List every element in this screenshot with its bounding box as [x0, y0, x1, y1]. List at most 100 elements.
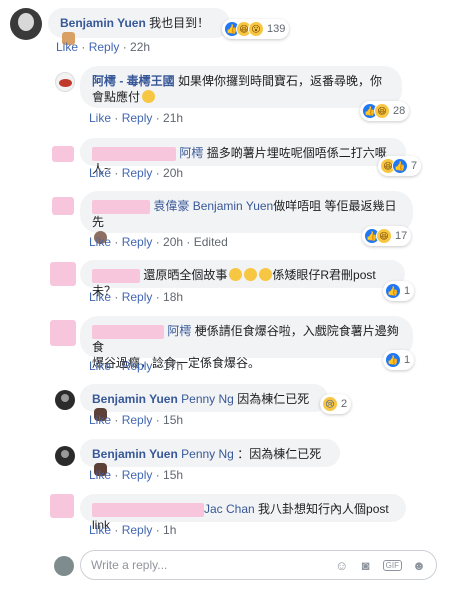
avatar[interactable]: [55, 72, 75, 92]
reply-link[interactable]: Reply: [122, 166, 153, 180]
reaction-count: 17: [395, 230, 408, 242]
reaction-summary[interactable]: 😢 2: [320, 394, 352, 414]
comment-mention[interactable]: 阿樗: [179, 146, 203, 160]
reply-link[interactable]: Reply: [122, 111, 153, 125]
reaction-summary[interactable]: 👍 😆 😮 139: [222, 19, 290, 39]
reaction-summary[interactable]: 👍 😆 28: [360, 101, 410, 121]
reply-link[interactable]: Reply: [89, 40, 120, 54]
comment-time: 20h: [163, 235, 184, 249]
haha-reaction-icon: 😆: [376, 228, 392, 244]
emoji-icon[interactable]: ☺: [335, 558, 349, 573]
reaction-summary[interactable]: 👍 1: [383, 281, 415, 301]
comment-text: 還原晒全個故事: [143, 268, 228, 282]
laughing-emoji-icon: [229, 268, 243, 281]
comment-time: 1h: [163, 523, 177, 537]
like-reaction-icon: 👍: [385, 352, 401, 368]
comment-mention[interactable]: Jac Chan: [204, 502, 255, 516]
reaction-summary[interactable]: 😆 👍 7: [378, 156, 422, 176]
avatar[interactable]: [50, 262, 76, 286]
like-reaction-icon: 👍: [392, 158, 408, 174]
reply-link[interactable]: Reply: [122, 235, 153, 249]
comment-time: 17h: [163, 359, 184, 373]
reply-link[interactable]: Reply: [122, 413, 153, 427]
edited-label[interactable]: Edited: [194, 235, 228, 249]
reaction-count: 28: [393, 105, 406, 117]
reply-link[interactable]: Reply: [122, 523, 153, 537]
comment-bubble: Benjamin Yuen 我也目到！: [48, 8, 230, 45]
like-link[interactable]: Like: [89, 359, 111, 373]
comment-actions: Like · Reply · 15h: [89, 468, 184, 482]
wow-reaction-icon: 😮: [248, 21, 264, 37]
avatar[interactable]: [52, 197, 74, 215]
comment-time: 15h: [163, 413, 184, 427]
comment-bubble: 阿樗 梗係請佢食爆谷啦，入戲院食薯片邊夠食 爆谷過癮，諗食一定係食爆谷。: [80, 316, 413, 370]
redacted-name: [92, 324, 164, 339]
avatar[interactable]: [52, 146, 74, 162]
haha-reaction-icon: 😆: [374, 103, 390, 119]
comment-bubble: Jac Chan 我八卦想知行內人個post link: [80, 494, 406, 532]
redacted-name: [92, 268, 140, 283]
comment-actions: Like · Reply · 20h · Edited: [89, 235, 228, 249]
comment-time: 22h: [130, 40, 151, 54]
comment-text: ：因為棟仁已死: [237, 447, 322, 461]
like-link[interactable]: Like: [89, 166, 111, 180]
comment-author[interactable]: 阿樗 - 毒樗王國: [92, 74, 175, 88]
avatar[interactable]: [50, 320, 76, 346]
like-reaction-icon: 👍: [385, 283, 401, 299]
sticker-icon[interactable]: ☻: [412, 558, 426, 573]
reaction-count: 139: [267, 23, 286, 35]
like-link[interactable]: Like: [89, 413, 111, 427]
grimace-emoji-icon: [142, 90, 156, 103]
comment-actions: Like · Reply · 22h: [56, 40, 151, 54]
like-link[interactable]: Like: [89, 468, 111, 482]
comment-mention[interactable]: 阿樗: [167, 324, 191, 338]
comment-mention[interactable]: Penny Ng: [181, 447, 234, 461]
like-link[interactable]: Like: [89, 290, 111, 304]
comment-time: 20h: [163, 166, 184, 180]
comment-text: 因為棟仁已死: [237, 392, 310, 406]
comment-actions: Like · Reply · 15h: [89, 413, 184, 427]
comment-actions: Like · Reply · 18h: [89, 290, 184, 304]
like-link[interactable]: Like: [89, 111, 111, 125]
comment-author[interactable]: Benjamin Yuen: [92, 447, 178, 461]
comment-author[interactable]: Benjamin Yuen: [60, 16, 146, 30]
like-link[interactable]: Like: [89, 235, 111, 249]
redacted-name: [92, 199, 150, 214]
avatar[interactable]: [55, 446, 75, 466]
reaction-count: 7: [411, 160, 418, 172]
camera-icon[interactable]: ◙: [359, 558, 373, 573]
reply-link[interactable]: Reply: [122, 290, 153, 304]
comment-bubble: 袁偉豪 Benjamin Yuen做咩唔咀 等佢最返幾日先: [80, 191, 413, 244]
comment-mention[interactable]: Penny Ng: [181, 392, 234, 406]
avatar[interactable]: [50, 494, 74, 518]
reply-input[interactable]: Write a reply... ☺ ◙ GIF ☻: [80, 550, 437, 580]
reaction-count: 1: [404, 354, 411, 366]
comment-actions: Like · Reply · 21h: [89, 111, 184, 125]
comment-actions: Like · Reply · 17h: [89, 359, 184, 373]
reaction-summary[interactable]: 👍 1: [383, 350, 415, 370]
gif-icon[interactable]: GIF: [382, 559, 402, 571]
comment-time: 21h: [163, 111, 184, 125]
avatar[interactable]: [10, 8, 42, 40]
current-user-avatar: [54, 556, 74, 576]
comment-text: 我也目到！: [149, 16, 210, 30]
reaction-summary[interactable]: 👍 😆 17: [362, 226, 412, 246]
avatar[interactable]: [55, 390, 75, 410]
comment-author[interactable]: Benjamin Yuen: [92, 392, 178, 406]
reaction-count: 2: [341, 398, 348, 410]
reply-placeholder: Write a reply...: [91, 558, 168, 572]
comment-time: 15h: [163, 468, 184, 482]
like-link[interactable]: Like: [56, 40, 78, 54]
reply-link[interactable]: Reply: [122, 468, 153, 482]
comment-bubble: 阿樗 - 毒樗王國 如果俾你攞到時間寶石，返番尋晚，你會點應付: [80, 66, 402, 108]
comment-bubble: 阿樗 搵多啲薯片埋咗呢個唔係二打六嘅人~: [80, 138, 406, 176]
comment-mention[interactable]: Benjamin Yuen: [193, 199, 274, 213]
reply-link[interactable]: Reply: [122, 359, 153, 373]
reaction-count: 1: [404, 285, 411, 297]
comment-author[interactable]: 袁偉豪: [153, 199, 189, 213]
comment-actions: Like · Reply · 1h: [89, 523, 177, 537]
like-link[interactable]: Like: [89, 523, 111, 537]
sad-reaction-icon: 😢: [322, 396, 338, 412]
laughing-emoji-icon: [259, 268, 273, 281]
comment-bubble: Benjamin Yuen Penny Ng ：因為棟仁已死: [80, 439, 340, 476]
